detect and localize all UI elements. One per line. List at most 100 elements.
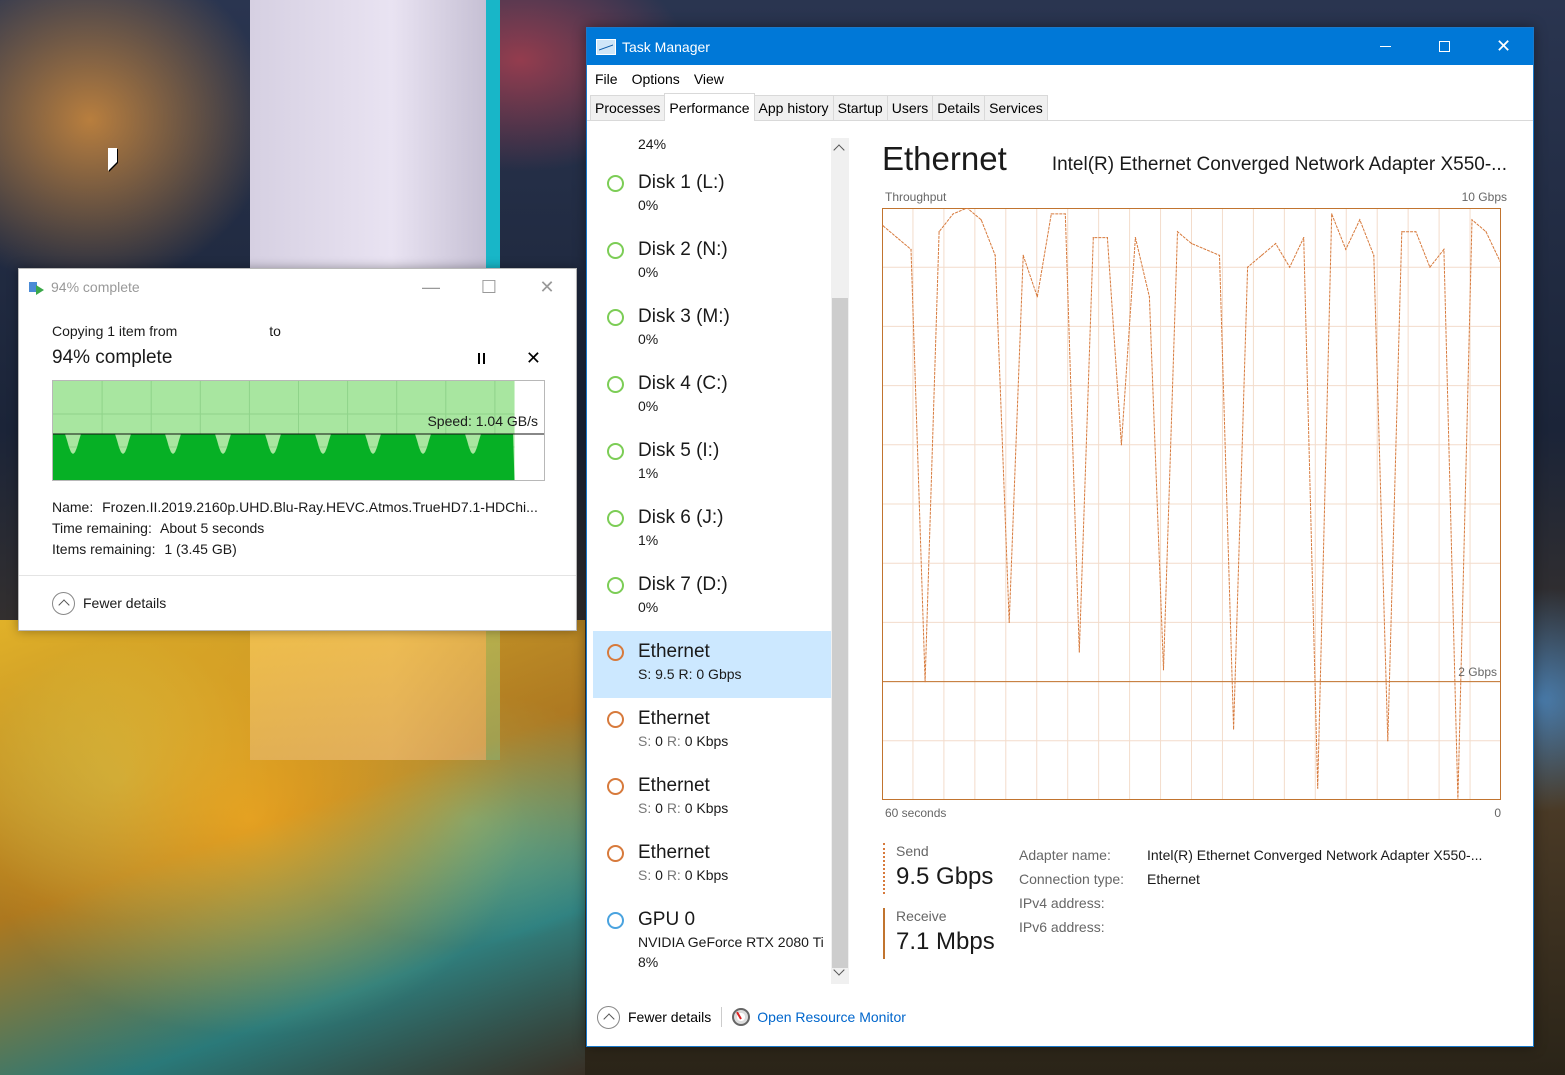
pause-icon[interactable] bbox=[470, 352, 494, 364]
copy-dialog-titlebar[interactable]: 94% complete — ☐ ✕ bbox=[19, 269, 576, 305]
resource-item-disk-4[interactable]: Disk 4 (C:) 0% bbox=[593, 363, 833, 430]
maximize-button: ☐ bbox=[480, 276, 498, 297]
resource-usage: 0% bbox=[638, 197, 659, 213]
fewer-details-button[interactable]: Fewer details bbox=[19, 575, 576, 630]
property-key: IPv6 address: bbox=[1019, 919, 1105, 935]
data-point bbox=[1345, 248, 1347, 251]
menu-file[interactable]: File bbox=[595, 71, 618, 87]
copy-dialog-title: 94% complete bbox=[51, 279, 140, 295]
data-point bbox=[910, 248, 912, 251]
copy-files-icon bbox=[29, 280, 45, 295]
data-point bbox=[896, 237, 898, 239]
tab-startup[interactable]: Startup bbox=[832, 95, 888, 120]
scrollbar-thumb[interactable] bbox=[832, 298, 848, 968]
resource-item-gpu-0[interactable]: GPU 0 NVIDIA GeForce RTX 2080 Ti 8% bbox=[593, 899, 833, 979]
fewer-details-link[interactable]: Fewer details bbox=[628, 1009, 711, 1025]
data-point bbox=[1232, 728, 1235, 730]
tab-services[interactable]: Services bbox=[984, 95, 1048, 120]
resource-item-disk-2[interactable]: Disk 2 (N:) 0% bbox=[593, 229, 833, 296]
data-point bbox=[1120, 444, 1122, 446]
resource-throughput: S: 0 R: 0 Kbps bbox=[638, 865, 833, 885]
performance-detail: Ethernet Intel(R) Ethernet Converged Net… bbox=[882, 140, 1507, 820]
maximize-button[interactable] bbox=[1415, 28, 1474, 65]
resource-name: Ethernet bbox=[638, 641, 710, 662]
data-point bbox=[1429, 266, 1431, 268]
data-point bbox=[1401, 231, 1403, 233]
property-key: Adapter name: bbox=[1019, 847, 1111, 863]
resource-name: Disk 7 (D:) bbox=[638, 574, 728, 595]
task-manager-footer: Fewer details Open Resource Monitor bbox=[587, 988, 1533, 1046]
fewer-details-label: Fewer details bbox=[83, 595, 167, 611]
recv-label: R: bbox=[678, 666, 693, 682]
task-manager-titlebar[interactable]: Task Manager ✕ bbox=[587, 28, 1533, 65]
x-axis-left-label: 60 seconds bbox=[885, 806, 947, 820]
resource-throughput: S: 9.5 R: 0 Gbps bbox=[638, 664, 833, 684]
send-label: S: bbox=[638, 666, 652, 682]
percent-complete-heading: 94% complete bbox=[52, 347, 173, 368]
disk-status-icon bbox=[607, 309, 624, 326]
resource-usage: 1% bbox=[638, 532, 659, 548]
minimize-button[interactable]: — bbox=[402, 269, 460, 305]
cancel-copy-icon[interactable]: ✕ bbox=[526, 348, 541, 369]
menu-bar: File Options View bbox=[587, 65, 1533, 93]
data-point bbox=[980, 219, 982, 221]
recv-label: R: bbox=[666, 800, 681, 816]
background-desk bbox=[0, 620, 585, 1075]
resource-monitor-icon bbox=[732, 1008, 751, 1026]
disk-status-icon bbox=[607, 242, 624, 259]
resource-name: Disk 3 (M:) bbox=[638, 306, 730, 327]
task-manager-icon bbox=[596, 38, 616, 55]
data-point bbox=[1148, 296, 1151, 298]
chevron-up-icon[interactable] bbox=[597, 1005, 620, 1029]
minimize-button[interactable] bbox=[1356, 28, 1415, 65]
resource-item-disk-6[interactable]: Disk 6 (J:) 1% bbox=[593, 497, 833, 564]
resource-item-ethernet-3[interactable]: Ethernet S: 0 R: 0 Kbps bbox=[593, 765, 833, 832]
x-axis-right-label: 0 bbox=[1494, 806, 1501, 820]
tab-users[interactable]: Users bbox=[886, 95, 934, 120]
tab-details[interactable]: Details bbox=[932, 95, 986, 120]
resource-item-disk-7[interactable]: Disk 7 (D:) 0% bbox=[593, 564, 833, 631]
disk-status-icon bbox=[607, 443, 624, 460]
resource-usage: 0% bbox=[638, 599, 659, 615]
data-point bbox=[1373, 254, 1375, 256]
copy-speed-graph: Speed: 1.04 GB/s bbox=[52, 380, 545, 481]
resource-item-ethernet-1[interactable]: Ethernet S: 9.5 R: 0 Gbps bbox=[593, 631, 833, 698]
send-value: 9.5 Gbps bbox=[896, 863, 994, 890]
data-point bbox=[1415, 231, 1417, 233]
adapter-name-row: Adapter name: Intel(R) Ethernet Converge… bbox=[1019, 843, 1482, 867]
data-point bbox=[1246, 266, 1249, 268]
task-manager-title: Task Manager bbox=[622, 38, 710, 55]
task-manager-window: Task Manager ✕ File Options View Process… bbox=[586, 27, 1534, 1047]
resource-item-disk-5[interactable]: Disk 5 (I:) 1% bbox=[593, 430, 833, 497]
data-point bbox=[1218, 254, 1221, 256]
data-point bbox=[1064, 213, 1066, 215]
tab-performance[interactable]: Performance bbox=[664, 93, 755, 121]
send-value: 0 bbox=[655, 867, 663, 883]
resource-name: Disk 2 (N:) bbox=[638, 239, 728, 260]
data-point bbox=[1471, 219, 1473, 221]
data-point bbox=[1176, 231, 1179, 233]
recv-value: 0 Kbps bbox=[684, 800, 729, 816]
scroll-up-icon[interactable] bbox=[833, 144, 845, 156]
resource-name: Disk 1 (L:) bbox=[638, 172, 725, 193]
items-remaining-label: Items remaining: bbox=[52, 541, 156, 557]
resource-throughput: S: 0 R: 0 Kbps bbox=[638, 731, 833, 751]
tab-processes[interactable]: Processes bbox=[590, 95, 666, 120]
close-button[interactable]: ✕ bbox=[518, 269, 576, 305]
data-point bbox=[1261, 254, 1263, 256]
data-point bbox=[952, 213, 954, 215]
property-key: Connection type: bbox=[1019, 871, 1125, 887]
resource-list-scrollbar[interactable] bbox=[831, 138, 849, 984]
max-throughput-label: 10 Gbps bbox=[1461, 190, 1507, 204]
data-point bbox=[1036, 296, 1038, 298]
resource-item-disk-1[interactable]: Disk 1 (L:) 0% bbox=[593, 162, 833, 229]
resource-item-disk-3[interactable]: Disk 3 (M:) 0% bbox=[593, 296, 833, 363]
tab-app-history[interactable]: App history bbox=[753, 95, 834, 120]
resource-item-ethernet-2[interactable]: Ethernet S: 0 R: 0 Kbps bbox=[593, 698, 833, 765]
menu-options[interactable]: Options bbox=[632, 71, 680, 87]
resource-item-ethernet-4[interactable]: Ethernet S: 0 R: 0 Kbps bbox=[593, 832, 833, 899]
copy-speed-chart bbox=[53, 381, 544, 480]
menu-view[interactable]: View bbox=[694, 71, 724, 87]
close-button[interactable]: ✕ bbox=[1474, 28, 1533, 65]
open-resource-monitor-link[interactable]: Open Resource Monitor bbox=[757, 1009, 906, 1025]
